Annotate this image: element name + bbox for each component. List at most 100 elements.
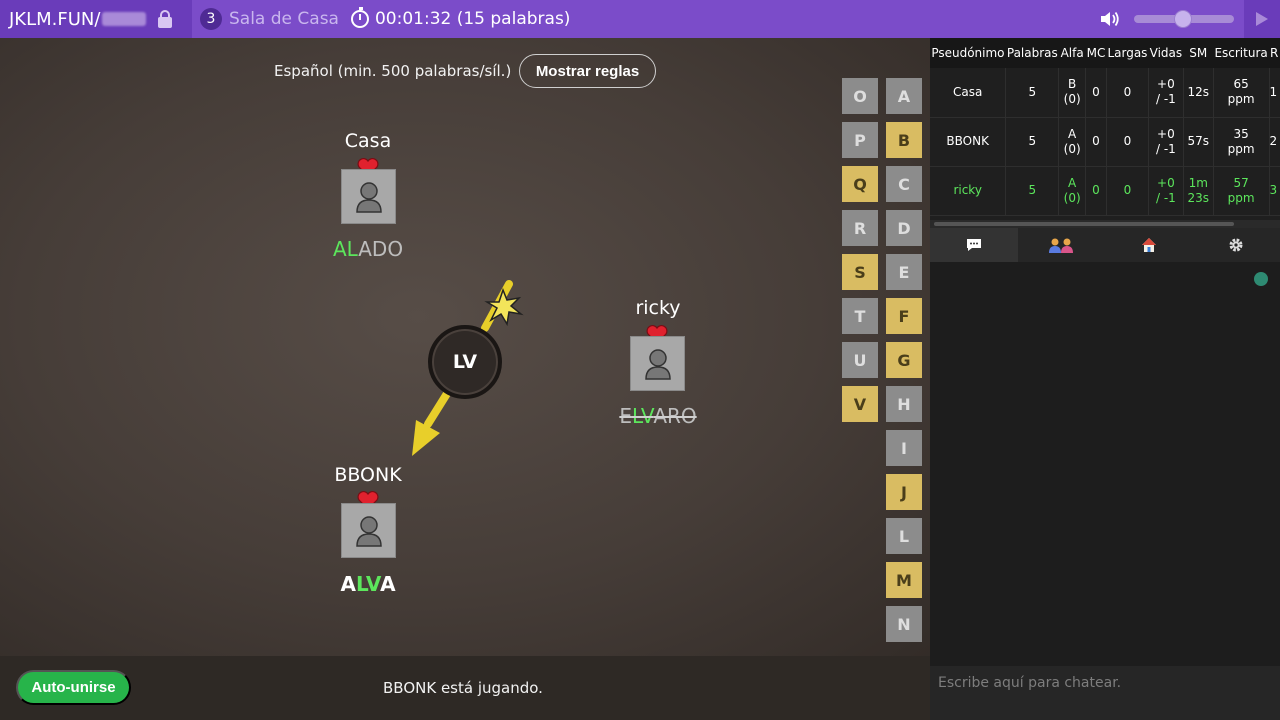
cell-r: 1	[1269, 68, 1280, 118]
cell-name: BBONK	[930, 117, 1007, 167]
bonus-letter-l: L	[886, 518, 922, 554]
col-header[interactable]: Largas	[1106, 38, 1149, 68]
avatar-ricky	[630, 336, 685, 391]
col-header[interactable]: Palabras	[1005, 38, 1059, 68]
col-header[interactable]: Alfa	[1058, 38, 1086, 68]
room-link[interactable]: JKLM.FUN/	[0, 0, 192, 38]
bonus-letter-u: U	[842, 342, 878, 378]
tab-settings[interactable]	[1193, 228, 1280, 262]
player-name-ricky: ricky	[635, 297, 681, 319]
play-button[interactable]	[1244, 0, 1280, 38]
col-header[interactable]: R	[1269, 38, 1280, 68]
volume-icon[interactable]	[1099, 9, 1121, 29]
room-name: Sala de Casa	[229, 9, 339, 29]
cell-typing: 65 ppm	[1213, 68, 1270, 118]
round-timer: 00:01:32 (15 palabras)	[374, 9, 571, 29]
chat-indicator-icon	[1254, 272, 1268, 286]
chat-icon	[966, 239, 981, 251]
bomb-syllable: LV	[452, 351, 478, 373]
sidebar: Pseudónimo Palabras Alfa MC Largas Vidas…	[930, 38, 1280, 720]
tab-chat[interactable]	[930, 228, 1018, 262]
col-header[interactable]: MC	[1085, 38, 1107, 68]
cell-r: 3	[1269, 166, 1280, 216]
bonus-letter-n: N	[886, 606, 922, 642]
word-casa: ALADO	[332, 237, 404, 261]
bonus-letter-s: S	[842, 254, 878, 290]
chat-input[interactable]: Escribe aquí para chatear.	[930, 666, 1280, 720]
room-code-hidden[interactable]	[102, 12, 147, 26]
word-ricky: ELVARO	[619, 404, 697, 428]
show-rules-button[interactable]: Mostrar reglas	[519, 54, 656, 88]
bonus-letter-a: A	[886, 78, 922, 114]
bonus-letter-p: P	[842, 122, 878, 158]
cell-long: 0	[1106, 117, 1149, 167]
brand-label: JKLM.FUN/	[9, 8, 101, 30]
auto-join-button[interactable]: Auto-unirse	[16, 670, 131, 705]
sidebar-tabs	[930, 228, 1280, 262]
status-message: BBONK está jugando.	[383, 679, 543, 697]
people-icon	[1049, 238, 1074, 253]
bonus-letter-b: B	[886, 122, 922, 158]
home-icon	[1141, 238, 1156, 252]
bonus-letter-j: J	[886, 474, 922, 510]
dictionary-info: Español (min. 500 palabras/síl.)	[274, 62, 512, 80]
avatar-bbonk	[341, 503, 396, 558]
cell-lives: +0/ -1	[1148, 68, 1184, 118]
cell-sm: 57s	[1183, 117, 1214, 167]
bonus-letter-q: Q	[842, 166, 878, 202]
col-header[interactable]: Vidas	[1148, 38, 1184, 68]
player-name-bbonk: BBONK	[334, 464, 402, 486]
bottom-bar: Auto-unirse BBONK está jugando.	[0, 656, 930, 720]
tab-room[interactable]	[1105, 228, 1193, 262]
scrollbar-thumb[interactable]	[934, 222, 1234, 226]
user-icon	[355, 181, 382, 213]
volume-slider-handle[interactable]	[1174, 10, 1192, 28]
col-header[interactable]: Pseudónimo	[930, 38, 1006, 68]
cell-name: Casa	[930, 68, 1007, 118]
bonus-letter-r: R	[842, 210, 878, 246]
user-icon	[355, 515, 382, 547]
user-icon	[644, 348, 671, 380]
cell-mc: 0	[1085, 117, 1107, 167]
table-row: Casa 5 B (0) 0 0 +0/ -1 12s 65 ppm 1	[930, 68, 1280, 118]
cell-alpha: B (0)	[1058, 68, 1086, 118]
cell-alpha: A (0)	[1058, 166, 1086, 216]
cell-words: 5	[1005, 166, 1060, 216]
cell-mc: 0	[1085, 68, 1107, 118]
stats-table: Pseudónimo Palabras Alfa MC Largas Vidas…	[930, 38, 1280, 216]
bonus-letter-o: O	[842, 78, 878, 114]
cell-sm: 12s	[1183, 68, 1214, 118]
bonus-letter-i: I	[886, 430, 922, 466]
cell-long: 0	[1106, 68, 1149, 118]
bonus-letter-e: E	[886, 254, 922, 290]
cell-long: 0	[1106, 166, 1149, 216]
table-row: ricky 5 A (0) 0 0 +0/ -1 1m 23s 57 ppm 3	[930, 166, 1280, 216]
cell-lives: +0/ -1	[1148, 166, 1184, 216]
col-header[interactable]: SM	[1183, 38, 1214, 68]
col-header[interactable]: Escritura	[1213, 38, 1270, 68]
chat-log	[930, 262, 1280, 666]
bonus-letter-f: F	[886, 298, 922, 334]
bonus-letter-h: H	[886, 386, 922, 422]
word-bbonk: ALVA	[340, 572, 396, 596]
bomb-fuse-icon	[481, 280, 524, 332]
bonus-letter-g: G	[886, 342, 922, 378]
player-count-badge: 3	[200, 8, 222, 30]
game-canvas: Español (min. 500 palabras/síl.) Mostrar…	[0, 38, 930, 656]
stats-header-row: Pseudónimo Palabras Alfa MC Largas Vidas…	[930, 38, 1280, 68]
cell-words: 5	[1005, 117, 1060, 167]
avatar-casa	[341, 169, 396, 224]
lock-icon[interactable]	[158, 10, 173, 28]
cell-mc: 0	[1085, 166, 1107, 216]
bonus-letter-c: C	[886, 166, 922, 202]
table-scrollbar[interactable]	[930, 220, 1280, 228]
bonus-letter-v: V	[842, 386, 878, 422]
cell-alpha: A (0)	[1058, 117, 1086, 167]
bonus-letter-t: T	[842, 298, 878, 334]
bonus-letter-m: M	[886, 562, 922, 598]
tab-players[interactable]	[1018, 228, 1106, 262]
top-bar: JKLM.FUN/ 3 Sala de Casa 00:01:32 (15 pa…	[0, 0, 1280, 38]
cell-typing: 57 ppm	[1213, 166, 1270, 216]
cell-sm: 1m 23s	[1183, 166, 1214, 216]
table-row: BBONK 5 A (0) 0 0 +0/ -1 57s 35 ppm 2	[930, 117, 1280, 167]
